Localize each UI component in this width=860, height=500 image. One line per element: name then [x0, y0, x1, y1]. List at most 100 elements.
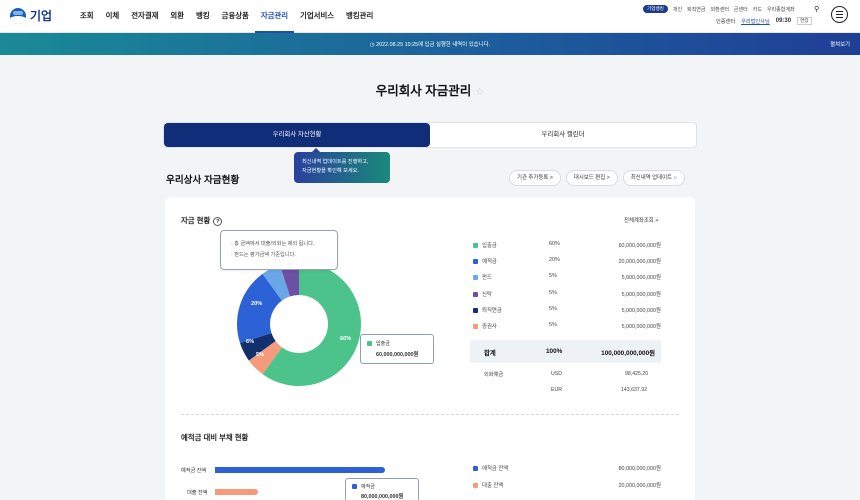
legend-name: 입출금: [473, 241, 497, 249]
legend-name-text: 입출금: [482, 243, 497, 249]
bar-callout-dot: [352, 484, 357, 490]
util-link[interactable]: 카드: [753, 6, 762, 13]
nav-item[interactable]: 뱅킹관리: [340, 0, 379, 33]
view-all-accounts-link[interactable]: 전체계좌조회 >: [624, 216, 658, 224]
edit-dashboard-button[interactable]: 대시보드 편집 >: [565, 170, 618, 186]
debt-legend-savings: 예적금 잔액 80,000,000,000원: [473, 464, 661, 472]
main-nav: 조회 이체 전자결재 외환 뱅킹 금융상품 자금관리 기업서비스 뱅킹관리: [74, 0, 379, 33]
debt-legend-name-1: 대출 잔액: [482, 483, 504, 489]
legend-dot: [473, 243, 478, 249]
fund-legend-row: 퇴직연금 5% 5,000,000,000원: [473, 306, 661, 322]
logo-text: 기업: [30, 9, 53, 23]
tab-calendar[interactable]: 우리회사 캘린더: [430, 123, 696, 147]
debt-legend-amount-1: 20,000,000,000원: [618, 483, 661, 489]
menu-icon[interactable]: [831, 6, 848, 23]
util-link[interactable]: 큰센터: [734, 6, 748, 13]
nav-item[interactable]: 뱅킹: [190, 0, 216, 33]
fund-note-1: · 총 금액에서 대출/외화는 제외 됩니다.: [231, 241, 315, 247]
legend-dot: [473, 291, 478, 297]
nav-item[interactable]: 이체: [100, 0, 126, 33]
total-amount: 100,000,000,000원: [601, 350, 655, 357]
corp-banking-badge[interactable]: 기업뱅킹: [643, 5, 668, 13]
donut-callout-name-row: 입출금: [367, 340, 427, 347]
tooltip-line-2: 자금현황을 확인해 보세요.: [302, 168, 359, 174]
fund-note-2: · 펀드는 평가금액 기준입니다.: [231, 252, 296, 258]
update-tooltip: 최신내역 업데이트를 진행하고, 자금현황을 확인해 보세요.: [294, 148, 390, 183]
util-link[interactable]: 개인: [673, 6, 682, 13]
fund-notes-tooltip: · 총 금액에서 대출/외화는 제외 됩니다. · 펀드는 평가금액 기준입니다…: [220, 230, 338, 270]
legend-pct: 5%: [549, 305, 557, 312]
nav-item[interactable]: 금융상품: [216, 0, 255, 33]
legend-amount: 5,000,000,000원: [621, 323, 661, 330]
donut-callout: 입출금 60,000,000,000원: [360, 334, 434, 364]
fund-legend-row: 증권사 5% 5,000,000,000원: [473, 322, 661, 338]
legend-dot-savings: [473, 466, 478, 472]
nav-item[interactable]: 전자결재: [125, 0, 164, 33]
legend-name: 펀드: [473, 273, 492, 281]
legend-dot: [473, 275, 478, 281]
fund-legend-row: 예적금 20% 20,000,000,000원: [473, 257, 661, 273]
page-title-text: 우리회사 자금관리: [375, 84, 472, 98]
session-bar: 인증센터 우리법인사님 09:30 연장: [716, 17, 812, 25]
nav-item[interactable]: 기업서비스: [294, 0, 340, 33]
total-label: 합계: [484, 350, 496, 357]
bar-callout-name-row: 예적금: [352, 483, 412, 490]
donut-label-deposit: 60%: [340, 336, 352, 342]
legend-pct: 20%: [549, 257, 560, 264]
legend-pct: 5%: [549, 289, 557, 296]
bar-savings: [215, 467, 385, 473]
fund-status-card: 자금 현황? 전체계좌조회 > 60% 20% 6% 5% · 총 금액에서 대…: [165, 197, 695, 500]
util-link[interactable]: 외환센터: [711, 6, 729, 13]
session-timer: 09:30: [775, 18, 792, 24]
bank-logo[interactable]: 기업: [10, 7, 52, 24]
nav-item[interactable]: 조회: [74, 0, 100, 33]
fx-amount-usd: 98,425.20: [625, 371, 649, 377]
fund-legend-row: 펀드 5% 5,000,000,000원: [473, 273, 661, 289]
user-name-link[interactable]: 우리법인사님: [741, 18, 770, 25]
bar-loan: [215, 489, 258, 495]
search-icon[interactable]: ⚲: [814, 5, 819, 13]
bar-callout: 예적금 80,000,000,000원: [345, 478, 419, 500]
cert-center-link[interactable]: 인증센터: [716, 18, 735, 25]
refresh-latest-button[interactable]: 최신내역 업데이트 ○: [622, 170, 685, 186]
tab-asset-status[interactable]: 우리회사 자산현황: [164, 123, 430, 147]
donut-label-savings: 20%: [251, 301, 263, 307]
notice-message: 2022.08.25 10:25에 입금 실행한 내역이 있습니다.: [376, 42, 491, 48]
legend-name: 신탁: [473, 290, 492, 298]
extend-button[interactable]: 연장: [797, 17, 812, 25]
legend-dot: [473, 324, 478, 330]
fund-donut-chart: [237, 262, 361, 386]
help-icon[interactable]: ?: [213, 216, 223, 226]
legend-name-text: 신탁: [482, 291, 492, 298]
legend-name-text: 퇴직연금: [482, 307, 502, 314]
fx-currency-usd: USD: [551, 371, 562, 377]
nav-item[interactable]: 자금관리: [254, 0, 295, 33]
fund-legend-row: 신탁 5% 5,000,000,000원: [473, 290, 661, 306]
legend-dot: [473, 307, 478, 313]
fund-total-row: 합계 100% 100,000,000,000원: [470, 340, 661, 363]
legend-amount: 5,000,000,000원: [621, 291, 661, 298]
legend-amount: 5,000,000,000원: [621, 307, 661, 314]
legend-amount: 5,000,000,000원: [621, 275, 661, 282]
util-link[interactable]: 우리종합계좌: [767, 6, 795, 13]
legend-amount: 20,000,000,000원: [618, 259, 661, 266]
fund-legend-row: 입출금 60% 60,000,000,000원: [473, 241, 661, 257]
bar-callout-amount: 80,000,000,000원: [361, 494, 404, 500]
bar-label-savings: 예적금 잔액: [181, 468, 207, 474]
notice-banner: ◷ 2022.08.25 10:25에 입금 실행한 내역이 있습니다. 펼쳐보…: [0, 33, 860, 55]
add-institution-button[interactable]: 기관 추가등록 >: [509, 170, 561, 186]
nav-item[interactable]: 외환: [164, 0, 190, 33]
util-link[interactable]: 퇴직연금: [687, 6, 705, 13]
callout-color-dot: [367, 341, 372, 347]
page-title: 우리회사 자금관리 ☆: [0, 80, 860, 99]
fx-label: 외화예금: [484, 372, 504, 378]
donut-callout-amount: 60,000,000,000원: [376, 352, 419, 358]
legend-name-text: 증권사: [482, 323, 497, 330]
notice-expand-link[interactable]: 펼쳐보기: [830, 40, 850, 48]
legend-dot-loan: [473, 483, 478, 489]
favorite-star-icon[interactable]: ☆: [475, 87, 484, 98]
legend-pct: 5%: [549, 273, 557, 280]
fund-status-heading: 자금 현황?: [181, 215, 223, 226]
top-header: 기업 조회 이체 전자결재 외환 뱅킹 금융상품 자금관리 기업서비스 뱅킹관리 기업뱅킹 개인…: [0, 0, 860, 33]
legend-name-text: 예적금: [482, 259, 497, 266]
